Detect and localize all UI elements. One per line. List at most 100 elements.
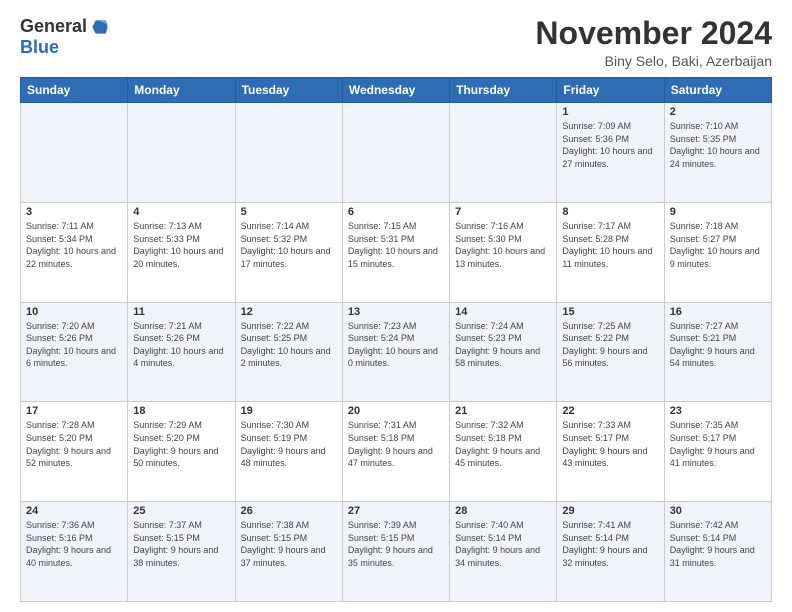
- day-info: Sunrise: 7:33 AM Sunset: 5:17 PM Dayligh…: [562, 419, 658, 469]
- header-wednesday: Wednesday: [342, 78, 449, 103]
- day-cell: 20 Sunrise: 7:31 AM Sunset: 5:18 PM Dayli…: [342, 402, 449, 502]
- day-number: 6: [348, 206, 444, 218]
- day-info: Sunrise: 7:13 AM Sunset: 5:33 PM Dayligh…: [133, 220, 229, 270]
- header-sunday: Sunday: [21, 78, 128, 103]
- day-cell: 4 Sunrise: 7:13 AM Sunset: 5:33 PM Daylig…: [128, 202, 235, 302]
- day-cell: 27Sunrise: 7:39 AM Sunset: 5:15 PM Dayli…: [342, 502, 449, 602]
- calendar-body: 1Sunrise: 7:09 AM Sunset: 5:36 PM Daylig…: [21, 103, 772, 602]
- day-cell: 29 Sunrise: 7:41 AM Sunset: 5:14 PM Dayli…: [557, 502, 664, 602]
- day-info: Sunrise: 7:30 AM Sunset: 5:19 PM Dayligh…: [241, 419, 337, 469]
- day-number: 20: [348, 405, 444, 417]
- day-number: 21: [455, 405, 551, 417]
- day-cell: 2 Sunrise: 7:10 AM Sunset: 5:35 PM Daylig…: [664, 103, 771, 203]
- day-cell: 5Sunrise: 7:14 AM Sunset: 5:32 PM Daylig…: [235, 202, 342, 302]
- day-number: 4: [133, 206, 229, 218]
- day-number: 28: [455, 505, 551, 517]
- header-monday: Monday: [128, 78, 235, 103]
- title-block: November 2024 Biny Selo, Baki, Azerbaija…: [535, 16, 772, 69]
- day-cell: 15 Sunrise: 7:25 AM Sunset: 5:22 PM Dayli…: [557, 302, 664, 402]
- day-cell: 19 Sunrise: 7:30 AM Sunset: 5:19 PM Dayli…: [235, 402, 342, 502]
- day-cell: 11 Sunrise: 7:21 AM Sunset: 5:26 PM Dayli…: [128, 302, 235, 402]
- day-cell: 18 Sunrise: 7:29 AM Sunset: 5:20 PM Dayli…: [128, 402, 235, 502]
- day-info: Sunrise: 7:29 AM Sunset: 5:20 PM Dayligh…: [133, 419, 229, 469]
- day-cell: 17 Sunrise: 7:28 AM Sunset: 5:20 PM Dayli…: [21, 402, 128, 502]
- day-number: 16: [670, 306, 766, 318]
- week-row-3: 10Sunrise: 7:20 AM Sunset: 5:26 PM Dayli…: [21, 302, 772, 402]
- day-number: 26: [241, 505, 337, 517]
- header-saturday: Saturday: [664, 78, 771, 103]
- day-cell: 7 Sunrise: 7:16 AM Sunset: 5:30 PM Daylig…: [450, 202, 557, 302]
- calendar-table: Sunday Monday Tuesday Wednesday Thursday…: [20, 77, 772, 602]
- day-number: 7: [455, 206, 551, 218]
- header-friday: Friday: [557, 78, 664, 103]
- days-header-row: Sunday Monday Tuesday Wednesday Thursday…: [21, 78, 772, 103]
- day-info: Sunrise: 7:31 AM Sunset: 5:18 PM Dayligh…: [348, 419, 444, 469]
- day-info: Sunrise: 7:32 AM Sunset: 5:18 PM Dayligh…: [455, 419, 551, 469]
- week-row-2: 3 Sunrise: 7:11 AM Sunset: 5:34 PM Daylig…: [21, 202, 772, 302]
- day-cell: 28 Sunrise: 7:40 AM Sunset: 5:14 PM Dayli…: [450, 502, 557, 602]
- day-info: Sunrise: 7:39 AM Sunset: 5:15 PM Dayligh…: [348, 519, 444, 569]
- day-number: 14: [455, 306, 551, 318]
- day-number: 13: [348, 306, 444, 318]
- day-number: 2: [670, 106, 766, 118]
- day-number: 25: [133, 505, 229, 517]
- week-row-4: 17 Sunrise: 7:28 AM Sunset: 5:20 PM Dayli…: [21, 402, 772, 502]
- day-info: Sunrise: 7:41 AM Sunset: 5:14 PM Dayligh…: [562, 519, 658, 569]
- day-cell: 23Sunrise: 7:35 AM Sunset: 5:17 PM Dayli…: [664, 402, 771, 502]
- day-number: 8: [562, 206, 658, 218]
- day-number: 1: [562, 106, 658, 118]
- day-info: Sunrise: 7:14 AM Sunset: 5:32 PM Dayligh…: [241, 220, 337, 270]
- week-row-1: 1Sunrise: 7:09 AM Sunset: 5:36 PM Daylig…: [21, 103, 772, 203]
- week-row-5: 24 Sunrise: 7:36 AM Sunset: 5:16 PM Dayli…: [21, 502, 772, 602]
- logo-icon: [89, 17, 109, 37]
- day-number: 19: [241, 405, 337, 417]
- day-cell: [450, 103, 557, 203]
- day-info: Sunrise: 7:11 AM Sunset: 5:34 PM Dayligh…: [26, 220, 122, 270]
- header-thursday: Thursday: [450, 78, 557, 103]
- day-cell: [21, 103, 128, 203]
- day-info: Sunrise: 7:20 AM Sunset: 5:26 PM Dayligh…: [26, 320, 122, 370]
- day-number: 15: [562, 306, 658, 318]
- day-cell: 24 Sunrise: 7:36 AM Sunset: 5:16 PM Dayli…: [21, 502, 128, 602]
- day-cell: 10Sunrise: 7:20 AM Sunset: 5:26 PM Dayli…: [21, 302, 128, 402]
- header: General Blue November 2024 Biny Selo, Ba…: [20, 16, 772, 69]
- day-cell: 21 Sunrise: 7:32 AM Sunset: 5:18 PM Dayli…: [450, 402, 557, 502]
- day-cell: 30Sunrise: 7:42 AM Sunset: 5:14 PM Dayli…: [664, 502, 771, 602]
- day-info: Sunrise: 7:27 AM Sunset: 5:21 PM Dayligh…: [670, 320, 766, 370]
- day-info: Sunrise: 7:15 AM Sunset: 5:31 PM Dayligh…: [348, 220, 444, 270]
- day-cell: 22 Sunrise: 7:33 AM Sunset: 5:17 PM Dayli…: [557, 402, 664, 502]
- day-number: 12: [241, 306, 337, 318]
- day-number: 29: [562, 505, 658, 517]
- day-info: Sunrise: 7:21 AM Sunset: 5:26 PM Dayligh…: [133, 320, 229, 370]
- day-number: 22: [562, 405, 658, 417]
- logo-blue-text: Blue: [20, 37, 59, 58]
- day-cell: 26Sunrise: 7:38 AM Sunset: 5:15 PM Dayli…: [235, 502, 342, 602]
- day-info: Sunrise: 7:28 AM Sunset: 5:20 PM Dayligh…: [26, 419, 122, 469]
- calendar: Sunday Monday Tuesday Wednesday Thursday…: [20, 77, 772, 602]
- logo-general-text: General: [20, 16, 87, 37]
- day-info: Sunrise: 7:10 AM Sunset: 5:35 PM Dayligh…: [670, 120, 766, 170]
- day-cell: 8 Sunrise: 7:17 AM Sunset: 5:28 PM Daylig…: [557, 202, 664, 302]
- day-info: Sunrise: 7:36 AM Sunset: 5:16 PM Dayligh…: [26, 519, 122, 569]
- day-number: 17: [26, 405, 122, 417]
- day-info: Sunrise: 7:25 AM Sunset: 5:22 PM Dayligh…: [562, 320, 658, 370]
- day-info: Sunrise: 7:24 AM Sunset: 5:23 PM Dayligh…: [455, 320, 551, 370]
- day-info: Sunrise: 7:40 AM Sunset: 5:14 PM Dayligh…: [455, 519, 551, 569]
- day-cell: [342, 103, 449, 203]
- day-cell: 14 Sunrise: 7:24 AM Sunset: 5:23 PM Dayli…: [450, 302, 557, 402]
- day-info: Sunrise: 7:42 AM Sunset: 5:14 PM Dayligh…: [670, 519, 766, 569]
- calendar-header: Sunday Monday Tuesday Wednesday Thursday…: [21, 78, 772, 103]
- day-cell: 16 Sunrise: 7:27 AM Sunset: 5:21 PM Dayli…: [664, 302, 771, 402]
- day-cell: 9Sunrise: 7:18 AM Sunset: 5:27 PM Daylig…: [664, 202, 771, 302]
- day-number: 3: [26, 206, 122, 218]
- day-info: Sunrise: 7:23 AM Sunset: 5:24 PM Dayligh…: [348, 320, 444, 370]
- day-number: 18: [133, 405, 229, 417]
- day-info: Sunrise: 7:22 AM Sunset: 5:25 PM Dayligh…: [241, 320, 337, 370]
- day-info: Sunrise: 7:35 AM Sunset: 5:17 PM Dayligh…: [670, 419, 766, 469]
- day-number: 11: [133, 306, 229, 318]
- day-cell: 12 Sunrise: 7:22 AM Sunset: 5:25 PM Dayli…: [235, 302, 342, 402]
- day-number: 24: [26, 505, 122, 517]
- day-info: Sunrise: 7:17 AM Sunset: 5:28 PM Dayligh…: [562, 220, 658, 270]
- logo: General Blue: [20, 16, 109, 58]
- day-info: Sunrise: 7:16 AM Sunset: 5:30 PM Dayligh…: [455, 220, 551, 270]
